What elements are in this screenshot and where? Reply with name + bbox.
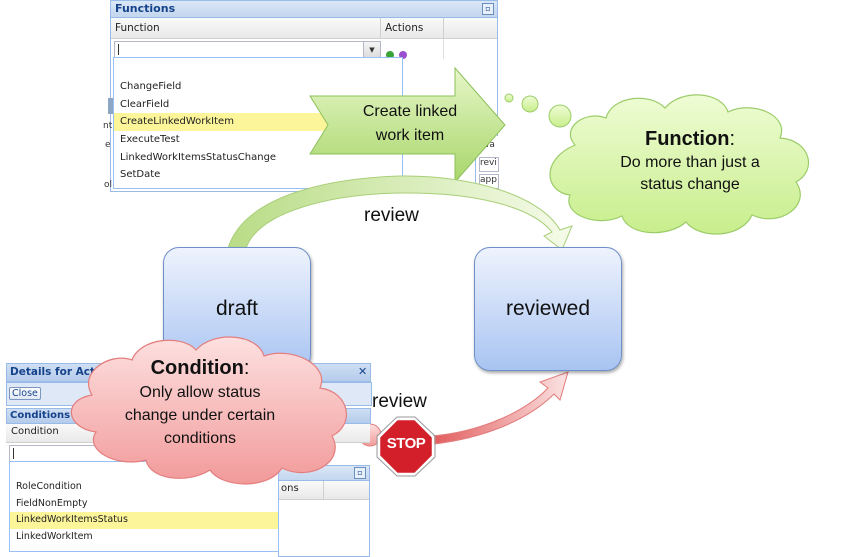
state-reviewed[interactable]: reviewed	[474, 247, 622, 371]
top-transition-label: review	[364, 205, 419, 226]
function-colon: :	[729, 128, 735, 150]
option-fieldnonempty[interactable]: FieldNonEmpty	[10, 496, 278, 513]
function-cloud-text: Function: Do more than just a status cha…	[590, 126, 790, 196]
thought-dot-3	[548, 104, 572, 128]
state-reviewed-label: reviewed	[505, 297, 591, 320]
create-linked-callout: Create linked work item	[340, 100, 480, 148]
option-linkedworkitemsstatus[interactable]: LinkedWorkItemsStatus	[10, 512, 278, 529]
bottom-transition-arrow	[431, 371, 569, 445]
state-draft-label: draft	[215, 297, 259, 320]
condition-line-2: change under certain	[124, 407, 276, 424]
condition-cloud-text: Condition: Only allow status change unde…	[100, 355, 300, 450]
option-linkedworkitem[interactable]: LinkedWorkItem	[10, 529, 278, 546]
stop-sign-text: STOP	[386, 435, 426, 452]
condition-title: Condition	[150, 357, 244, 379]
function-line-1: Do more than just a	[620, 154, 760, 171]
bottom-transition-label: review	[372, 391, 427, 412]
thought-dot-2	[521, 95, 539, 113]
close-button[interactable]: Close	[9, 387, 41, 400]
callout-line-1: Create linked	[362, 103, 458, 120]
text-cursor-2	[13, 448, 14, 459]
condition-line-1: Only allow status	[139, 384, 261, 401]
callout-line-2: work item	[375, 127, 445, 144]
column-condition[interactable]: Condition	[11, 426, 59, 437]
thought-dot-1	[504, 93, 514, 103]
function-title: Function	[645, 128, 730, 150]
condition-line-3: conditions	[163, 430, 237, 447]
function-line-2: status change	[640, 176, 740, 193]
condition-colon: :	[243, 357, 250, 379]
